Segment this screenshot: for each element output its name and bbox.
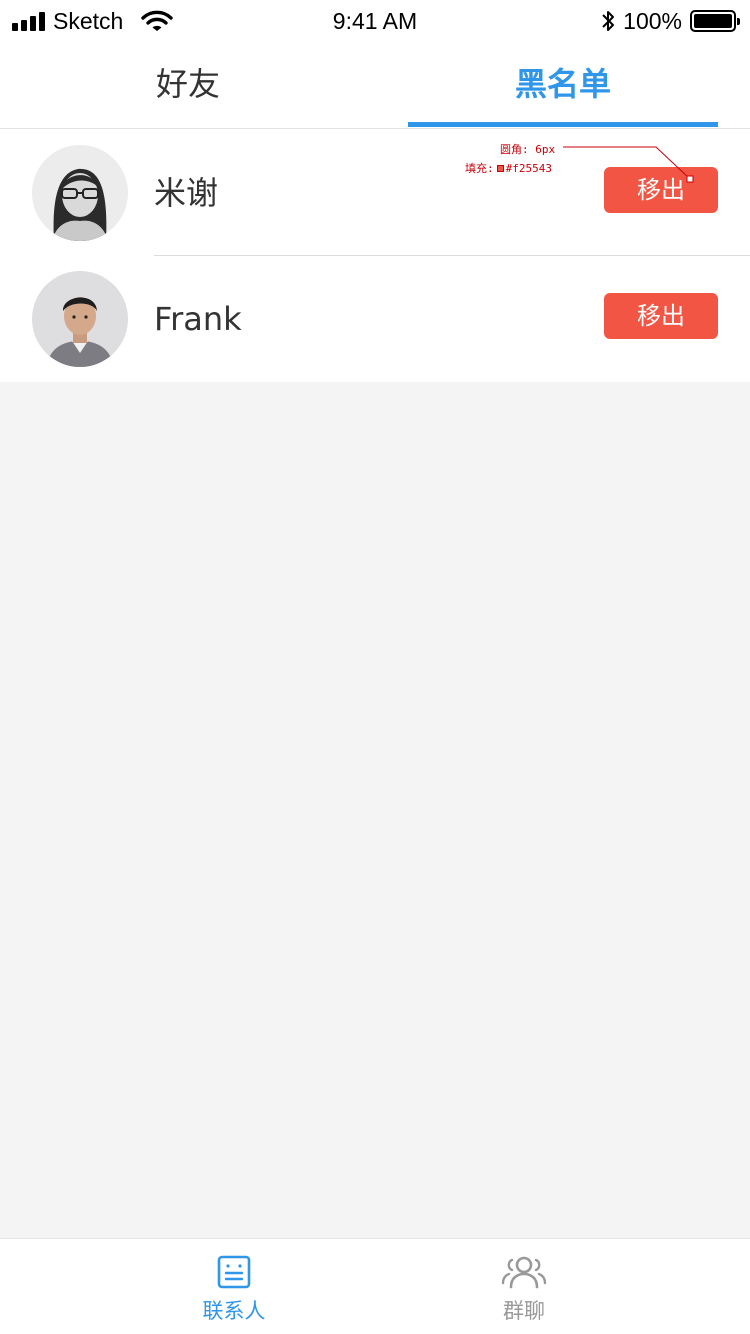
tabbar-item-group-chat[interactable]: 群聊 <box>444 1239 604 1334</box>
signal-strength-icon <box>12 11 45 31</box>
status-bar: Sketch 9:41 AM 100% <box>0 0 750 40</box>
contact-name: 米谢 <box>154 174 219 212</box>
status-left: Sketch <box>12 8 174 34</box>
annotation-fill-label: 填充: <box>465 162 494 175</box>
avatar-man-image <box>32 271 128 367</box>
tabbar-item-contacts[interactable]: 联系人 <box>154 1239 314 1334</box>
contacts-icon <box>217 1255 251 1289</box>
annotation-fill: 填充: #f25543 <box>465 160 552 176</box>
remove-button[interactable]: 移出 <box>604 293 718 339</box>
wifi-icon <box>141 10 174 31</box>
group-chat-icon <box>501 1256 547 1289</box>
color-swatch-icon <box>496 165 504 172</box>
list-item: Frank 移出 <box>0 255 750 382</box>
blacklist-list: 米谢 移出 Frank 移出 <box>0 129 750 382</box>
battery-icon <box>690 10 740 32</box>
status-right: 100% <box>599 8 740 34</box>
annotation-corner-radius: 圆角: 6px <box>500 143 556 156</box>
bluetooth-icon <box>602 11 615 31</box>
remove-button[interactable]: 移出 <box>604 167 718 213</box>
blacklist-page: Sketch 9:41 AM 100% 好友 黑名单 米谢 移出 Frank 移… <box>0 0 750 1334</box>
active-tab-indicator <box>408 122 718 127</box>
tab-friends[interactable]: 好友 <box>33 40 343 128</box>
avatar-woman-image <box>32 145 128 241</box>
avatar <box>32 145 128 241</box>
annotation-fill-value: #f25543 <box>505 162 552 175</box>
tabbar-label-group-chat: 群聊 <box>503 1299 545 1323</box>
contact-name: Frank <box>154 300 242 338</box>
segment-tabs: 好友 黑名单 <box>0 40 750 129</box>
battery-percentage: 100% <box>623 8 682 34</box>
tab-blacklist[interactable]: 黑名单 <box>408 40 718 128</box>
list-item: 米谢 移出 <box>0 129 750 256</box>
avatar <box>32 271 128 367</box>
tabbar-label-contacts: 联系人 <box>202 1299 266 1323</box>
carrier-name: Sketch <box>53 8 124 34</box>
bottom-tab-bar: 联系人 群聊 <box>0 1238 750 1334</box>
